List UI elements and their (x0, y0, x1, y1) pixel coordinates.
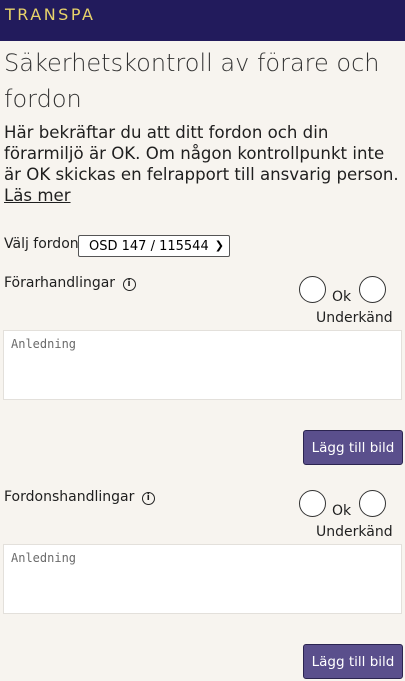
info-icon[interactable]: i (141, 492, 155, 505)
vehicle-label: Välj fordon (4, 236, 79, 252)
check-label: Fordonshandlingar i (4, 489, 155, 505)
fail-radio[interactable] (359, 276, 386, 303)
info-icon[interactable]: i (122, 278, 136, 291)
top-bar: TRANSPA (0, 0, 405, 41)
ok-label: Ok (332, 503, 352, 519)
fail-radio[interactable] (359, 490, 386, 517)
ok-label: Ok (332, 289, 352, 305)
vehicle-select-value: OSD 147 / 115544 (89, 238, 209, 254)
add-image-button[interactable]: Lägg till bild (303, 644, 403, 679)
check-label-text: Förarhandlingar (4, 275, 116, 291)
reason-textarea[interactable]: Anledning (3, 544, 402, 614)
ok-radio[interactable] (299, 490, 326, 517)
fail-label: Underkänd (316, 310, 393, 326)
intro-text: Här bekräftar du att ditt fordon och din… (4, 122, 402, 206)
vehicle-select[interactable]: OSD 147 / 115544 ❯ (78, 235, 230, 257)
reason-textarea[interactable]: Anledning (3, 330, 402, 400)
brand-logo[interactable]: TRANSPA (5, 5, 95, 24)
chevron-down-icon: ❯ (214, 239, 224, 252)
ok-radio[interactable] (299, 276, 326, 303)
read-more-link[interactable]: Läs mer (4, 186, 71, 205)
add-image-button[interactable]: Lägg till bild (303, 430, 403, 465)
page-title: Säkerhetskontroll av förare och fordon (4, 49, 380, 113)
check-label: Förarhandlingar i (4, 275, 136, 291)
fail-label: Underkänd (316, 524, 393, 540)
check-label-text: Fordonshandlingar (4, 489, 135, 505)
intro-body: Här bekräftar du att ditt fordon och din… (4, 123, 399, 184)
